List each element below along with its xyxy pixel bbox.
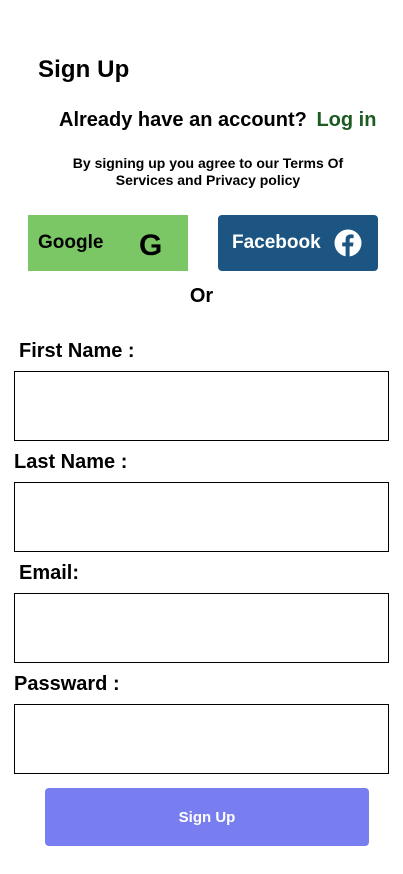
facebook-signup-button[interactable]: Facebook: [218, 215, 378, 271]
page-title: Sign Up: [38, 56, 130, 83]
last-name-input[interactable]: [14, 482, 389, 552]
password-input[interactable]: [14, 704, 389, 774]
terms-text: By signing up you agree to our Terms Of …: [72, 155, 344, 188]
facebook-button-label: Facebook: [232, 232, 321, 253]
svg-text:G: G: [139, 229, 162, 258]
google-signup-button[interactable]: Google G: [28, 215, 188, 271]
login-prompt-text: Already have an account?: [59, 109, 307, 131]
last-name-label: Last Name :: [14, 451, 128, 473]
facebook-icon: [334, 229, 362, 257]
password-label: Passward :: [14, 673, 120, 695]
google-button-label: Google: [38, 232, 104, 253]
google-g-icon: G: [139, 229, 162, 258]
first-name-label: First Name :: [19, 340, 135, 362]
login-link[interactable]: Log in: [316, 109, 376, 131]
login-prompt: Already have an account? Log in: [59, 109, 376, 132]
or-divider: Or: [189, 285, 214, 307]
email-input[interactable]: [14, 593, 389, 663]
email-label: Email:: [19, 562, 80, 584]
sign-up-submit-button[interactable]: Sign Up: [45, 788, 369, 846]
first-name-input[interactable]: [14, 371, 389, 441]
